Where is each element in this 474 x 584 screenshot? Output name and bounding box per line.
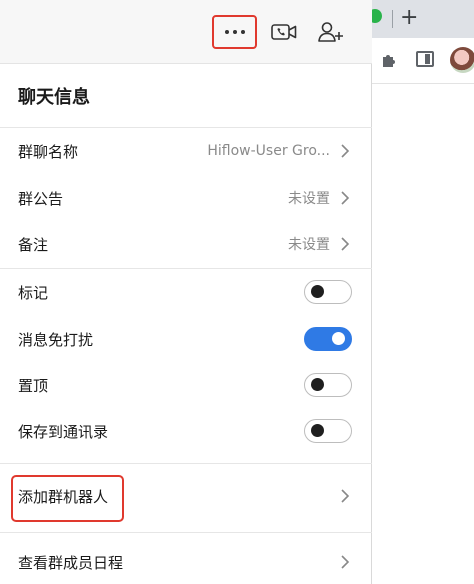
remark-row[interactable]: 备注 未设置: [0, 222, 372, 266]
divider: [0, 463, 372, 464]
remark-label: 备注: [18, 235, 49, 254]
group-name-value: Hiflow-User Gro...: [207, 143, 330, 159]
announcement-label: 群公告: [18, 189, 64, 208]
extensions-puzzle-icon[interactable]: [380, 50, 400, 70]
more-horizontal-icon: [224, 30, 245, 34]
chevron-right-icon: [341, 191, 350, 205]
mark-label: 标记: [18, 283, 49, 302]
announcement-value: 未设置: [288, 191, 330, 207]
chevron-right-icon: [341, 555, 350, 569]
divider: [0, 127, 372, 128]
pin-to-top-toggle[interactable]: [304, 373, 352, 397]
save-to-contacts-label: 保存到通讯录: [18, 422, 109, 441]
highlight-box: [11, 475, 124, 522]
panel-top-bar: [0, 0, 372, 64]
group-name-row[interactable]: 群聊名称 Hiflow-User Gro...: [0, 129, 372, 173]
save-to-contacts-row: 保存到通讯录: [0, 409, 372, 453]
profile-avatar[interactable]: [450, 47, 474, 73]
mark-row: 标记: [0, 270, 372, 314]
video-call-button[interactable]: [268, 15, 300, 49]
browser-toolbar: [372, 38, 474, 84]
background-browser-window: +: [368, 0, 474, 584]
pin-to-top-label: 置顶: [18, 376, 49, 395]
tab-separator: [392, 10, 393, 28]
chat-info-panel: 聊天信息 群聊名称 Hiflow-User Gro... 群公告 未设置 备注 …: [0, 0, 372, 584]
divider: [0, 268, 372, 269]
do-not-disturb-toggle[interactable]: [304, 327, 352, 351]
member-schedule-label: 查看群成员日程: [18, 553, 124, 572]
more-options-button[interactable]: [212, 15, 257, 49]
save-to-contacts-toggle[interactable]: [304, 419, 352, 443]
new-tab-button[interactable]: +: [400, 4, 418, 32]
group-name-label: 群聊名称: [18, 142, 79, 161]
do-not-disturb-label: 消息免打扰: [18, 330, 94, 349]
side-panel-icon[interactable]: [416, 51, 434, 67]
do-not-disturb-row: 消息免打扰: [0, 317, 372, 361]
chevron-right-icon: [341, 489, 350, 503]
announcement-row[interactable]: 群公告 未设置: [0, 176, 372, 220]
add-member-button[interactable]: [314, 15, 348, 49]
video-call-icon: [271, 24, 297, 40]
browser-tab-bar: +: [368, 0, 474, 38]
add-user-icon: [318, 22, 343, 42]
pin-to-top-row: 置顶: [0, 363, 372, 407]
chevron-right-icon: [341, 237, 350, 251]
mark-toggle[interactable]: [304, 280, 352, 304]
chevron-right-icon: [341, 144, 350, 158]
member-schedule-row[interactable]: 查看群成员日程: [0, 540, 372, 584]
page-title: 聊天信息: [18, 87, 90, 108]
divider: [0, 532, 372, 533]
remark-value: 未设置: [288, 237, 330, 253]
